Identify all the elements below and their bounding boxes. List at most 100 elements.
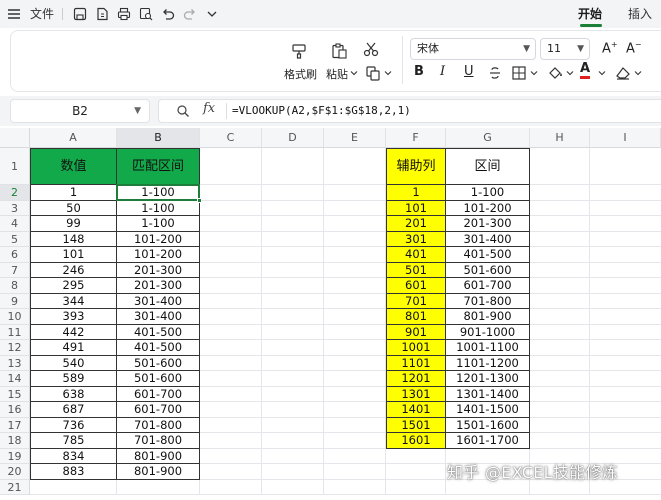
cell-a6[interactable]: 101 — [30, 247, 117, 263]
cell-f10[interactable]: 801 — [386, 309, 446, 325]
column-header-d[interactable]: D — [262, 128, 324, 148]
cell-f13[interactable]: 1101 — [386, 355, 446, 371]
cell-b7[interactable]: 201-300 — [117, 262, 200, 278]
tab-start[interactable]: 开始 — [578, 5, 602, 22]
paste-icon[interactable] — [330, 42, 348, 60]
row-header-16[interactable]: 16 — [0, 402, 30, 418]
cell-b20[interactable]: 801-900 — [117, 464, 200, 480]
cell-a4[interactable]: 99 — [30, 216, 117, 232]
menu-icon[interactable] — [6, 6, 22, 22]
cell-g5[interactable]: 301-400 — [446, 231, 530, 247]
font-color-button[interactable]: A — [580, 62, 591, 79]
row-header-18[interactable]: 18 — [0, 433, 30, 449]
cell-g7[interactable]: 501-600 — [446, 262, 530, 278]
cell-b14[interactable]: 501-600 — [117, 371, 200, 387]
cell-b2[interactable]: 1-100 — [117, 185, 200, 201]
fill-color-icon[interactable] — [546, 64, 564, 82]
fill-color-dropdown-icon[interactable] — [566, 69, 574, 77]
cell-f15[interactable]: 1301 — [386, 386, 446, 402]
row-header-1[interactable]: 1 — [0, 148, 30, 185]
name-box[interactable]: B2 ▼ — [10, 99, 150, 123]
cell-a18[interactable]: 785 — [30, 433, 117, 449]
cell-a15[interactable]: 638 — [30, 386, 117, 402]
row-header-8[interactable]: 8 — [0, 278, 30, 294]
row-header-15[interactable]: 15 — [0, 386, 30, 402]
row-header-6[interactable]: 6 — [0, 247, 30, 263]
cell-f16[interactable]: 1401 — [386, 402, 446, 418]
copy-icon[interactable] — [364, 64, 382, 82]
row-header-4[interactable]: 4 — [0, 216, 30, 232]
cell-a11[interactable]: 442 — [30, 324, 117, 340]
cut-icon[interactable] — [362, 40, 380, 58]
clear-format-icon[interactable] — [614, 64, 632, 82]
border-icon[interactable] — [510, 64, 528, 82]
row-header-17[interactable]: 17 — [0, 417, 30, 433]
bold-button[interactable]: B — [414, 64, 424, 79]
cell-g11[interactable]: 901-1000 — [446, 324, 530, 340]
cell-a5[interactable]: 148 — [30, 231, 117, 247]
spreadsheet-grid[interactable]: A B C D E F G H I 1 2 3 4 5 6 7 8 9 10 11 12 13 14 15 16 17 18 19 20… — [0, 128, 661, 500]
cell-g9[interactable]: 701-800 — [446, 293, 530, 309]
cell-a3[interactable]: 50 — [30, 200, 117, 216]
header-cell-helper[interactable]: 辅助列 — [386, 148, 446, 185]
zoom-formula-icon[interactable] — [176, 104, 190, 118]
cell-g13[interactable]: 1101-1200 — [446, 355, 530, 371]
cell-a13[interactable]: 540 — [30, 355, 117, 371]
select-all-corner[interactable] — [0, 128, 30, 148]
cell-f6[interactable]: 401 — [386, 247, 446, 263]
clear-format-dropdown-icon[interactable] — [634, 69, 642, 77]
cell-f9[interactable]: 701 — [386, 293, 446, 309]
grow-font-button[interactable]: A+ — [602, 40, 618, 56]
row-header-21[interactable]: 21 — [0, 479, 30, 495]
cell-f14[interactable]: 1201 — [386, 371, 446, 387]
cell-b8[interactable]: 201-300 — [117, 278, 200, 294]
cell-a2[interactable]: 1 — [30, 185, 117, 201]
print-icon[interactable] — [116, 6, 132, 22]
row-header-20[interactable]: 20 — [0, 464, 30, 480]
column-header-c[interactable]: C — [200, 128, 262, 148]
cell-b9[interactable]: 301-400 — [117, 293, 200, 309]
border-dropdown-icon[interactable] — [530, 69, 538, 77]
cell-b5[interactable]: 101-200 — [117, 231, 200, 247]
cell-a7[interactable]: 246 — [30, 262, 117, 278]
cell-g2[interactable]: 1-100 — [446, 185, 530, 201]
cell-f11[interactable]: 901 — [386, 324, 446, 340]
column-header-f[interactable]: F — [386, 128, 446, 148]
cell-g4[interactable]: 201-300 — [446, 216, 530, 232]
chevron-down-icon[interactable] — [204, 6, 220, 22]
cell-a10[interactable]: 393 — [30, 309, 117, 325]
column-header-b[interactable]: B — [117, 128, 200, 148]
cell-b16[interactable]: 601-700 — [117, 402, 200, 418]
cell-f2[interactable]: 1 — [386, 185, 446, 201]
row-header-19[interactable]: 19 — [0, 448, 30, 464]
cell-f4[interactable]: 201 — [386, 216, 446, 232]
font-color-dropdown-icon[interactable] — [598, 69, 606, 77]
strikethrough-icon[interactable] — [486, 64, 504, 82]
cell-g10[interactable]: 801-900 — [446, 309, 530, 325]
copy-dropdown-icon[interactable] — [384, 69, 392, 77]
row-header-3[interactable]: 3 — [0, 200, 30, 216]
fill-handle[interactable] — [197, 197, 202, 203]
row-header-13[interactable]: 13 — [0, 355, 30, 371]
tab-insert[interactable]: 插入 — [628, 5, 652, 22]
cell-f12[interactable]: 1001 — [386, 340, 446, 356]
cell-g17[interactable]: 1501-1600 — [446, 417, 530, 433]
row-header-14[interactable]: 14 — [0, 371, 30, 387]
cell-b15[interactable]: 601-700 — [117, 386, 200, 402]
format-painter-icon[interactable] — [290, 42, 308, 60]
cell-b4[interactable]: 1-100 — [117, 216, 200, 232]
cell-g3[interactable]: 101-200 — [446, 200, 530, 216]
cell-a20[interactable]: 883 — [30, 464, 117, 480]
insert-function-button[interactable]: fx — [203, 101, 215, 116]
row-header-12[interactable]: 12 — [0, 340, 30, 356]
redo-icon[interactable] — [182, 6, 198, 22]
cell-b11[interactable]: 401-500 — [117, 324, 200, 340]
print-preview-icon[interactable] — [138, 6, 154, 22]
italic-button[interactable]: I — [440, 64, 445, 79]
cell-b18[interactable]: 701-800 — [117, 433, 200, 449]
column-header-h[interactable]: H — [530, 128, 590, 148]
paste-dropdown-icon[interactable] — [350, 69, 358, 77]
cell-b13[interactable]: 501-600 — [117, 355, 200, 371]
column-header-e[interactable]: E — [324, 128, 386, 148]
row-header-11[interactable]: 11 — [0, 324, 30, 340]
